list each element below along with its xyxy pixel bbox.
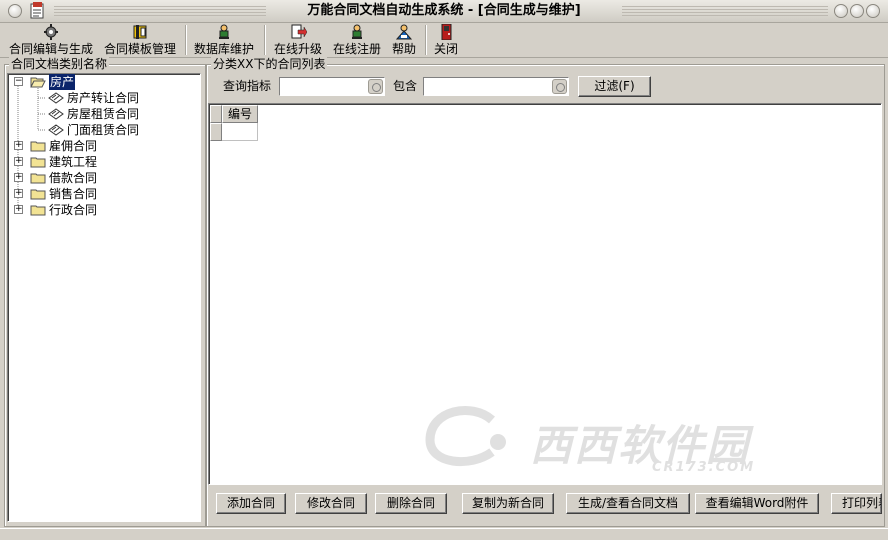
document-icon: [48, 108, 64, 120]
folder-icon: [30, 189, 46, 200]
template-management-button[interactable]: 合同模板管理: [100, 23, 180, 57]
expand-icon[interactable]: +: [14, 189, 23, 198]
print-list-button[interactable]: 打印列表: [831, 493, 882, 514]
tree-node-loan[interactable]: + 借款合同: [10, 170, 190, 186]
toolbar-label: 合同模板管理: [103, 42, 176, 56]
tree-label: 房屋租赁合同: [67, 107, 140, 121]
template-icon: [133, 25, 147, 39]
grid-cell[interactable]: [222, 123, 258, 141]
toolbar-label: 帮助: [391, 42, 416, 56]
dropdown-icon[interactable]: [368, 79, 383, 94]
database-maintenance-button[interactable]: 数据库维护: [190, 23, 258, 57]
tree-label: 房产: [49, 74, 76, 90]
folder-icon: [30, 157, 46, 168]
category-panel-title: 合同文档类别名称: [9, 57, 110, 71]
grid-corner: [210, 105, 222, 123]
tree-label: 雇佣合同: [49, 139, 98, 153]
help-button[interactable]: 帮助: [387, 23, 421, 57]
tree-node-construction[interactable]: + 建筑工程: [10, 154, 190, 170]
upgrade-icon: [291, 24, 307, 39]
tree-label: 销售合同: [49, 187, 98, 201]
toolbar-separator: [264, 25, 266, 55]
grid-column-header[interactable]: 编号: [222, 105, 258, 123]
title-stripes-left: [54, 6, 266, 16]
toolbar-label: 在线注册: [332, 42, 381, 56]
toolbar-label: 合同编辑与生成: [8, 42, 93, 56]
tree-leaf-shop-lease[interactable]: 门面租赁合同: [10, 122, 190, 138]
maximize-icon[interactable]: [850, 4, 864, 18]
tree-label: 房产转让合同: [67, 91, 140, 105]
tree-label: 建筑工程: [49, 155, 98, 169]
window-menu-icon[interactable]: [8, 4, 22, 18]
category-panel: 合同文档类别名称 − 房产 房产转让合同 房屋租赁合同 门面租赁合同 + 雇佣合…: [4, 57, 206, 527]
toolbar-label: 数据库维护: [193, 42, 254, 56]
toolbar-label: 在线升级: [273, 42, 322, 56]
expand-icon[interactable]: +: [14, 141, 23, 150]
filter-button[interactable]: 过滤(F): [578, 76, 651, 97]
toolbar-label: 关闭: [433, 42, 458, 56]
gear-icon: [44, 24, 58, 40]
tree-label: 行政合同: [49, 203, 98, 217]
edit-word-attachment-button[interactable]: 查看编辑Word附件: [695, 493, 819, 514]
toolbar-separator: [425, 25, 427, 55]
watermark-swirl-icon: [425, 406, 506, 467]
watermark-subtext: CR173.COM: [652, 460, 756, 475]
query-field-label: 查询指标: [223, 79, 272, 93]
expand-icon[interactable]: +: [14, 173, 23, 182]
toolbar-separator: [185, 25, 187, 55]
help-icon: [395, 24, 413, 40]
tree-node-employment[interactable]: + 雇佣合同: [10, 138, 190, 154]
generate-view-document-button[interactable]: 生成/查看合同文档: [566, 493, 690, 514]
title-bar[interactable]: 万能合同文档自动生成系统 - [合同生成与维护]: [0, 0, 888, 23]
delete-contract-button[interactable]: 删除合同: [375, 493, 447, 514]
document-icon: [48, 92, 64, 104]
tree-node-sales[interactable]: + 销售合同: [10, 186, 190, 202]
contract-edit-generate-button[interactable]: 合同编辑与生成: [6, 23, 96, 57]
document-icon: [48, 124, 64, 136]
close-button[interactable]: 关闭: [430, 23, 462, 57]
close-window-icon[interactable]: [866, 4, 880, 18]
watermark-logo: 西西软件园 CR173.COM: [422, 398, 802, 488]
register-person-icon: [352, 24, 362, 39]
grid-row-indicator: [210, 123, 222, 141]
expand-icon[interactable]: +: [14, 205, 23, 214]
close-door-icon: [441, 24, 452, 40]
window-title: 万能合同文档自动生成系统 - [合同生成与维护]: [307, 3, 581, 18]
status-bar: [0, 528, 888, 540]
copy-as-new-button[interactable]: 复制为新合同: [462, 493, 554, 514]
query-field-select[interactable]: [279, 77, 385, 96]
tree-node-realestate[interactable]: − 房产: [10, 74, 190, 90]
collapse-icon[interactable]: −: [14, 77, 23, 86]
online-register-button[interactable]: 在线注册: [330, 23, 384, 57]
edit-contract-button[interactable]: 修改合同: [295, 493, 367, 514]
toolbar: 合同编辑与生成 合同模板管理 数据库维护 在线升级 在线注册 帮助 关闭: [0, 23, 888, 58]
tree-leaf-house-lease[interactable]: 房屋租赁合同: [10, 106, 190, 122]
open-folder-icon: [30, 77, 46, 88]
contract-list-title: 分类XX下的合同列表: [211, 57, 328, 71]
person-icon: [219, 24, 229, 39]
app-icon: [30, 2, 44, 19]
category-tree[interactable]: − 房产 房产转让合同 房屋租赁合同 门面租赁合同 + 雇佣合同 + 建筑工程 …: [7, 73, 201, 522]
contains-label: 包含: [393, 79, 418, 93]
title-stripes-right: [622, 6, 828, 16]
folder-icon: [30, 205, 46, 216]
tree-label: 借款合同: [49, 171, 98, 185]
dropdown-icon[interactable]: [552, 79, 567, 94]
add-contract-button[interactable]: 添加合同: [216, 493, 286, 514]
expand-icon[interactable]: +: [14, 157, 23, 166]
minimize-icon[interactable]: [834, 4, 848, 18]
tree-leaf-transfer[interactable]: 房产转让合同: [10, 90, 190, 106]
online-upgrade-button[interactable]: 在线升级: [270, 23, 326, 57]
folder-icon: [30, 173, 46, 184]
contains-select[interactable]: [423, 77, 569, 96]
tree-node-administrative[interactable]: + 行政合同: [10, 202, 190, 218]
folder-icon: [30, 141, 46, 152]
tree-label: 门面租赁合同: [67, 123, 140, 137]
